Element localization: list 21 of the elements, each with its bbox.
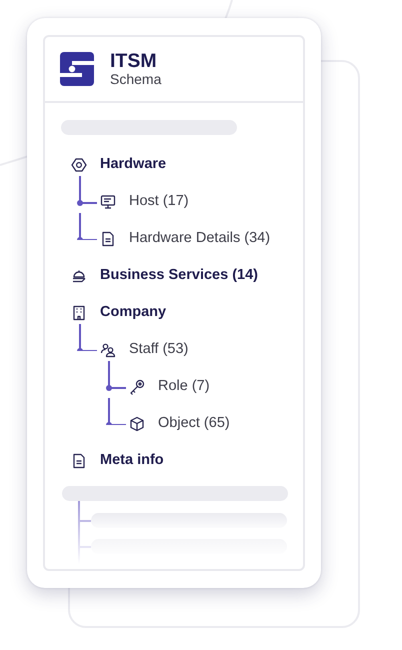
service-bell-icon <box>71 268 87 284</box>
document-icon <box>71 453 87 470</box>
tree-item[interactable]: Hardware Details (34) <box>100 220 303 258</box>
cube-icon <box>129 416 145 432</box>
tree-connector <box>77 324 99 351</box>
app-title: ITSM <box>110 51 158 72</box>
logo-icon <box>60 52 94 86</box>
tree-item[interactable]: Object (65) <box>129 406 303 443</box>
tree-item[interactable]: Company <box>71 294 303 332</box>
app-subtitle: Schema <box>110 72 162 88</box>
tree-item[interactable]: Hardware <box>71 146 303 184</box>
tree-item[interactable]: Business Services (14) <box>71 258 303 295</box>
tree-item[interactable]: Host (17) <box>100 184 303 221</box>
tree-item[interactable]: Role (7) <box>129 368 303 406</box>
people-icon <box>100 342 116 358</box>
tree-item[interactable]: Meta info <box>71 442 303 480</box>
tree-item[interactable]: Staff (53) <box>100 332 303 369</box>
document-icon <box>100 231 116 248</box>
building-icon <box>71 305 87 322</box>
key-icon <box>129 379 145 396</box>
monitor-icon <box>100 194 116 210</box>
